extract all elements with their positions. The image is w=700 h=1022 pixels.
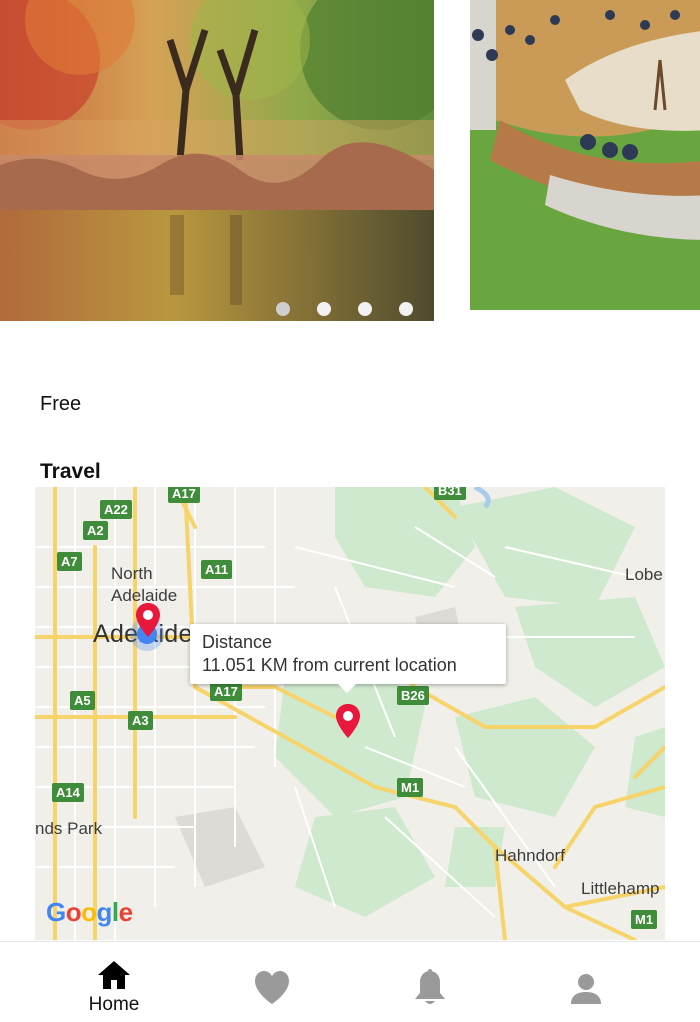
road-shield: A5 bbox=[70, 691, 95, 710]
road-shield: B26 bbox=[397, 686, 429, 705]
road-shield: A3 bbox=[128, 711, 153, 730]
road-shield: A11 bbox=[201, 560, 233, 579]
heart-icon bbox=[255, 971, 289, 1004]
tab-home[interactable]: Home bbox=[34, 942, 194, 1022]
bottom-tab-bar: Home bbox=[0, 941, 700, 1022]
road-shield: A2 bbox=[83, 521, 108, 540]
tab-favorites[interactable] bbox=[192, 942, 352, 1022]
road-shield: A17 bbox=[210, 682, 242, 701]
travel-heading: Travel bbox=[40, 460, 101, 483]
road-shield: A7 bbox=[57, 552, 82, 571]
carousel-dot-3[interactable] bbox=[358, 302, 372, 316]
map-pin-icon[interactable] bbox=[136, 603, 160, 637]
road-shield: M1 bbox=[631, 910, 658, 929]
info-window-title: Distance bbox=[202, 632, 273, 652]
distance-info-window[interactable]: Distance 11.051 KM from current location bbox=[190, 624, 506, 693]
road-shield: M1 bbox=[397, 778, 424, 797]
map-pin-icon[interactable] bbox=[336, 704, 360, 738]
carousel-photo-autumn-lake[interactable] bbox=[0, 0, 434, 321]
carousel-dot-2[interactable] bbox=[317, 302, 331, 316]
carousel-pagination bbox=[276, 302, 413, 316]
carousel-dot-1[interactable] bbox=[276, 302, 290, 316]
road-shield: A14 bbox=[52, 783, 84, 802]
map-label-hahndorf: Hahndorf bbox=[495, 846, 565, 865]
price-text: Free bbox=[40, 393, 82, 415]
home-icon bbox=[98, 961, 130, 989]
map-label-littlehamp: Littlehamp bbox=[581, 879, 660, 898]
carousel-photo-playground[interactable] bbox=[470, 0, 700, 310]
person-icon bbox=[571, 974, 601, 1004]
info-window-distance: 11.051 KM from current location bbox=[202, 655, 457, 675]
google-logo: Google bbox=[46, 897, 133, 927]
tab-profile[interactable] bbox=[506, 942, 666, 1022]
carousel-dot-4[interactable] bbox=[399, 302, 413, 316]
tab-notifications[interactable] bbox=[350, 942, 510, 1022]
road-shield: A17 bbox=[168, 487, 200, 503]
image-carousel[interactable] bbox=[0, 0, 700, 322]
road-shield: B31 bbox=[434, 487, 466, 500]
map-label-north-adelaide: North Adelaide bbox=[111, 564, 178, 605]
map-label-nds-park: nds Park bbox=[35, 819, 103, 838]
road-shield: A22 bbox=[100, 500, 132, 519]
map-label-lobe: Lobe bbox=[625, 565, 663, 584]
travel-map[interactable]: A17 B31 A22 A2 A7 A11 A17 B26 A5 A3 A14 … bbox=[35, 487, 665, 940]
tab-home-label: Home bbox=[88, 994, 140, 1015]
bell-icon bbox=[415, 969, 445, 1004]
